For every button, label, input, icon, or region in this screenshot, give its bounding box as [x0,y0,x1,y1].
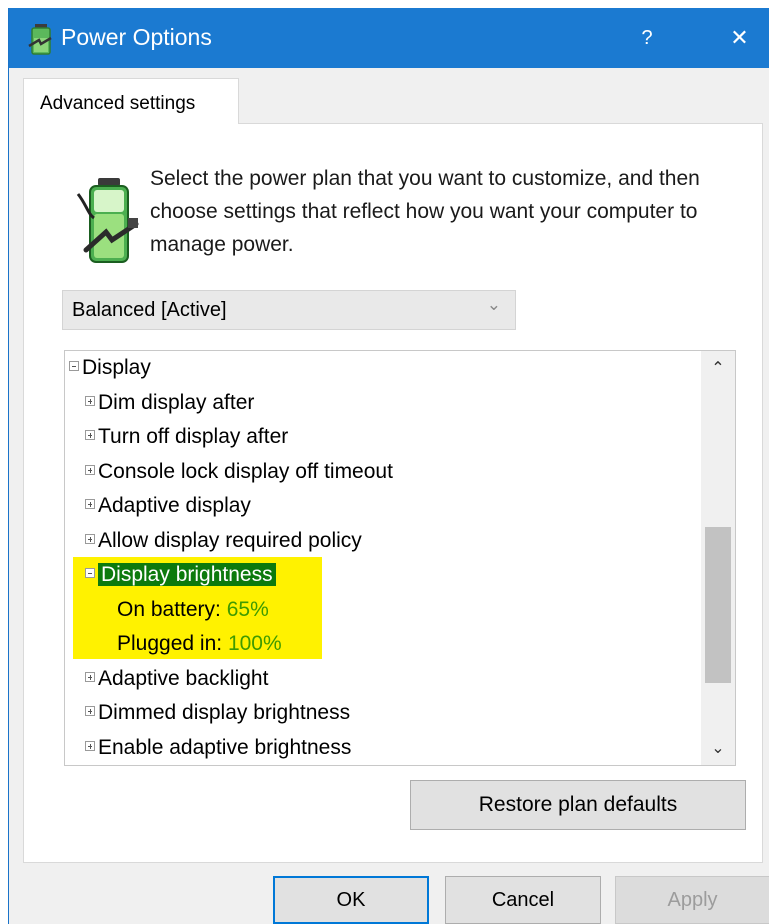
setting-plugged-in[interactable]: Plugged in: 100% [117,629,282,663]
restore-plan-defaults-button[interactable]: Restore plan defaults [410,780,746,830]
chevron-down-icon: ⌄ [486,295,501,314]
tree-group-display[interactable]: Display [69,353,151,387]
ok-button[interactable]: OK [273,876,429,924]
tree-item[interactable]: Allow display required policy [85,526,362,560]
description-text: Select the power plan that you want to c… [150,167,700,256]
tree-item-label: Console lock display off timeout [98,460,393,483]
setting-label: On battery: [117,598,221,621]
power-options-icon [28,24,52,55]
scroll-down-icon[interactable]: ⌄ [701,731,735,765]
setting-value[interactable]: 100% [228,632,282,655]
tree-item[interactable]: Enable adaptive brightness [85,733,352,765]
tree-group-label: Display [82,356,151,379]
tree-scrollbar[interactable]: ⌃ ⌄ [701,351,735,765]
expand-icon[interactable] [85,534,95,545]
tree-item-label: Turn off display after [98,425,289,448]
power-options-dialog: Power Options ? ✕ Advanced settings Sele… [8,8,769,924]
power-plan-value: Balanced [Active] [72,299,227,321]
help-button[interactable]: ? [619,8,675,68]
tree-item[interactable]: Turn off display after [85,422,288,456]
window-title: Power Options [61,24,212,50]
title-bar[interactable]: Power Options ? ✕ [9,8,769,68]
collapse-icon[interactable] [85,568,95,579]
tree-item[interactable]: Dimmed display brightness [85,698,350,732]
tree-item-label: Dim display after [98,391,255,414]
expand-icon[interactable] [85,430,95,441]
scrollbar-thumb[interactable] [705,527,731,683]
tree-item-label: Enable adaptive brightness [98,736,352,759]
tree-item[interactable]: Adaptive display [85,491,251,525]
scroll-up-icon[interactable]: ⌃ [701,351,735,385]
selected-item-label: Display brightness [98,563,276,586]
expand-icon[interactable] [85,706,95,717]
expand-icon[interactable] [85,396,95,407]
tree-item-display-brightness[interactable]: Display brightness [85,560,276,594]
close-button[interactable]: ✕ [709,8,769,68]
setting-on-battery[interactable]: On battery: 65% [117,595,269,629]
advanced-settings-panel: Select the power plan that you want to c… [23,123,763,863]
tree-item-label: Allow display required policy [98,529,362,552]
tree-item[interactable]: Dim display after [85,388,254,422]
tree-item-label: Adaptive backlight [98,667,269,690]
cancel-button[interactable]: Cancel [445,876,601,924]
tab-advanced-settings[interactable]: Advanced settings [23,78,239,124]
battery-plug-icon [76,178,139,263]
tree-item-label: Adaptive display [98,494,251,517]
tree-item-label: Dimmed display brightness [98,701,351,724]
expand-icon[interactable] [85,672,95,683]
apply-button[interactable]: Apply [615,876,769,924]
collapse-icon[interactable] [69,361,79,372]
expand-icon[interactable] [85,465,95,476]
expand-icon[interactable] [85,741,95,752]
setting-value[interactable]: 65% [227,598,269,621]
power-plan-select[interactable]: Balanced [Active] ⌄ [62,290,516,330]
tree-item[interactable]: Console lock display off timeout [85,457,393,491]
setting-label: Plugged in: [117,632,223,655]
expand-icon[interactable] [85,499,95,510]
settings-tree[interactable]: Display Dim display after Turn off displ… [64,350,736,766]
tree-item[interactable]: Adaptive backlight [85,664,268,698]
